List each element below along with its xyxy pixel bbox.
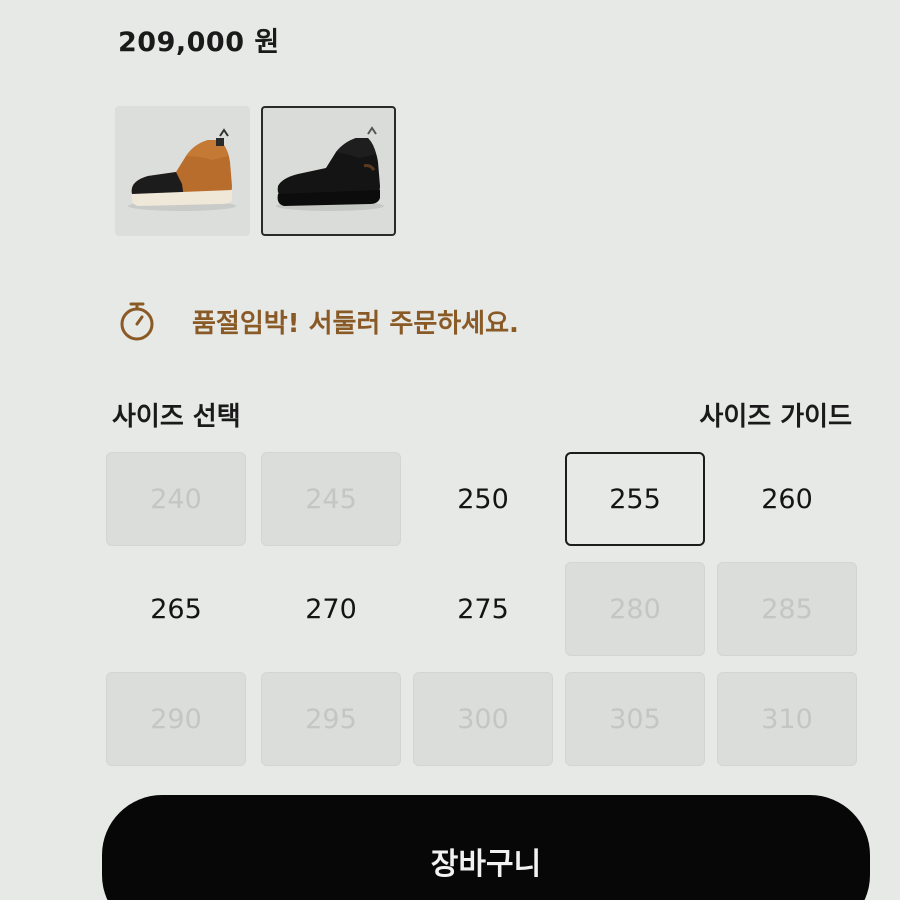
brown-sneaker-image [127,128,236,211]
size-option-285: 285 [717,562,857,656]
size-option-295: 295 [261,672,401,766]
size-option-275[interactable]: 275 [413,562,553,656]
black-sneaker-image [275,126,384,211]
size-select-label: 사이즈 선택 [112,402,241,432]
size-option-300: 300 [413,672,553,766]
size-option-260[interactable]: 260 [717,452,857,546]
add-to-cart-button[interactable]: 장바구니 [102,795,870,900]
thumbnail-brown-sneaker[interactable] [115,106,250,236]
size-guide-link[interactable]: 사이즈 가이드 [699,396,852,433]
size-option-270[interactable]: 270 [261,562,401,656]
low-stock-message: 품절임박! 서둘러 주문하세요. [192,308,519,339]
size-option-250[interactable]: 250 [413,452,553,546]
size-option-265[interactable]: 265 [106,562,246,656]
size-option-240: 240 [106,452,246,546]
size-option-290: 290 [106,672,246,766]
thumbnail-black-sneaker[interactable] [261,106,396,236]
size-grid: 240 245 250 255 260 265 270 275 280 285 … [106,452,866,770]
size-option-310: 310 [717,672,857,766]
product-price: 209,000 원 [118,27,280,58]
size-option-245: 245 [261,452,401,546]
size-option-280: 280 [565,562,705,656]
low-stock-notice: 품절임박! 서둘러 주문하세요. [118,300,519,342]
timer-icon [120,302,154,341]
size-option-255[interactable]: 255 [565,452,705,546]
size-option-305: 305 [565,672,705,766]
product-options-page: 209,000 원 품절임박! 서둘러 주문하세요. 사이즈 선택 사이즈 가이… [0,0,900,900]
cart-button-label: 장바구니 [430,847,542,882]
